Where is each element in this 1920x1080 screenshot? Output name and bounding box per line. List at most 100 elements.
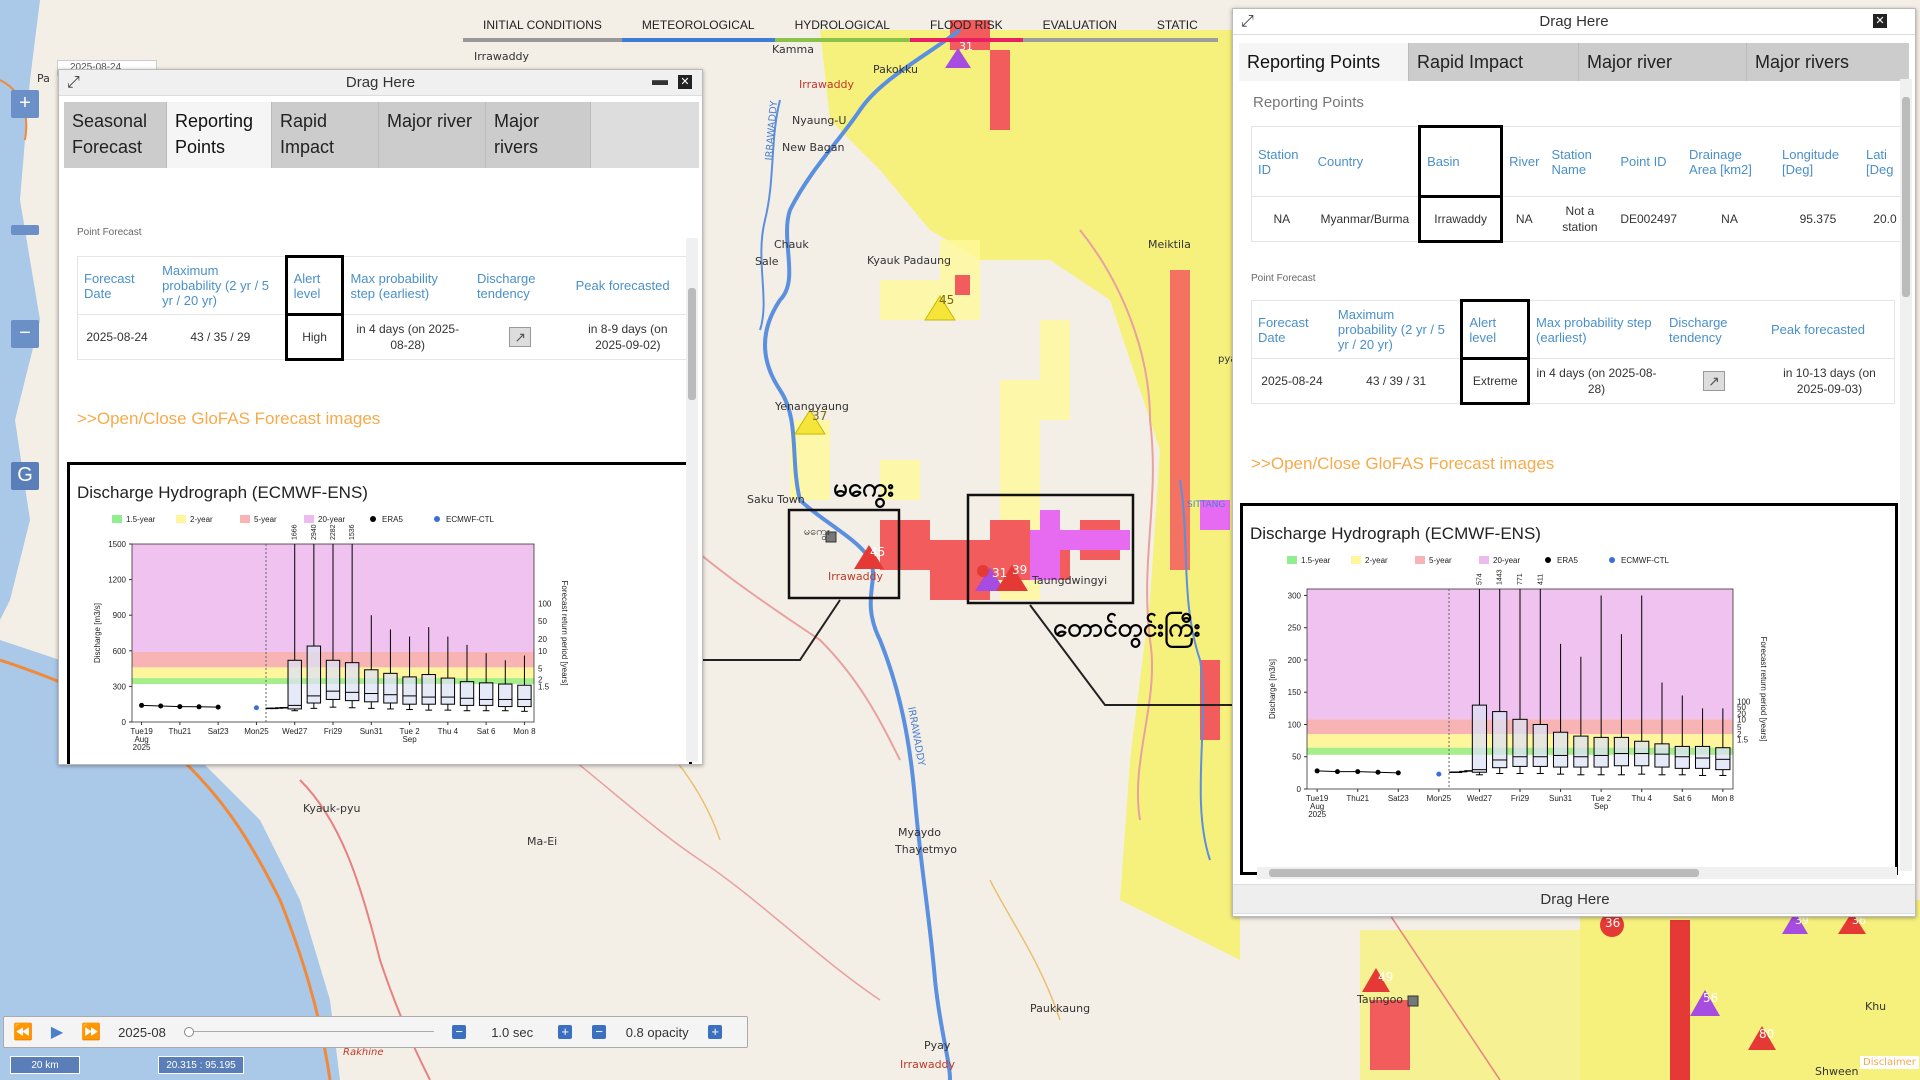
era5-point (1395, 770, 1401, 776)
map-label: မကွေး (804, 525, 830, 538)
tab-evaluation[interactable]: EVALUATION (1022, 10, 1137, 42)
legend-swatch (176, 515, 186, 523)
box-body (459, 681, 475, 706)
zoom-out-button[interactable]: − (11, 320, 39, 348)
zoom-in-button[interactable]: + (11, 90, 39, 118)
tab-rapid-impact[interactable]: Rapid Impact (272, 102, 379, 168)
expand-icon[interactable]: ⤢ (67, 74, 80, 92)
drag-title: Drag Here (345, 74, 416, 91)
y-tick-label: 50 (1292, 753, 1301, 762)
col-river: River (1501, 126, 1546, 197)
forecast-area-yellow-se (1580, 900, 1920, 1080)
marker-label: 39 (1012, 563, 1028, 577)
hydrograph-title: Discharge Hydrograph (ECMWF-ENS) (77, 483, 368, 502)
box-body (402, 676, 417, 705)
zoom-slider-handle[interactable] (11, 225, 39, 235)
y-tick-label: 1500 (108, 540, 126, 549)
overflow-label: 2282 (330, 524, 337, 540)
tab-major-river[interactable]: Major river (379, 102, 486, 168)
tab-hydrological[interactable]: HYDROLOGICAL (774, 10, 910, 42)
x-tick-label: Sat 6 (477, 727, 496, 736)
col-forecast-date: Forecast Date (77, 256, 157, 315)
col-basin: Basin (1418, 125, 1504, 198)
map-label: Kyauk-pyu (303, 802, 361, 815)
overflow-label: 1666 (292, 524, 299, 540)
legend-label: 20-year (1493, 556, 1520, 565)
tab-meteorological[interactable]: METEOROLOGICAL (621, 10, 775, 42)
marker-label: 36 (1605, 916, 1621, 930)
ctl-point (253, 705, 259, 711)
map-label: Pa (37, 72, 50, 85)
right-forecast-panel: ⤢ Drag Here ✕ Reporting Points Rapid Imp… (1232, 8, 1916, 917)
box-body (440, 677, 456, 705)
overflow-label: 411 (1537, 574, 1544, 585)
g-button[interactable]: G (11, 462, 39, 490)
time-slider[interactable] (184, 1027, 442, 1037)
left-drag-bar[interactable]: ⤢ Drag Here ▬ ✕ (59, 70, 702, 96)
table-row: 2025-08-24 43 / 35 / 29 High in 4 days (… (78, 313, 687, 361)
map-label: Pakokku (873, 63, 918, 76)
table-row: 2025-08-24 43 / 39 / 31 Extreme in 4 day… (1252, 357, 1895, 405)
fast-forward-icon[interactable]: ⏩ (81, 1022, 101, 1042)
box-body (1593, 736, 1609, 768)
right-scrollbar[interactable] (1900, 79, 1912, 871)
close-icon[interactable]: ✕ (678, 75, 692, 89)
legend-label: ERA5 (1557, 556, 1578, 565)
opacity-increase-button[interactable]: + (708, 1025, 723, 1039)
tab-flood-risk[interactable]: FLOOD RISK (909, 10, 1023, 42)
speed-increase-button[interactable]: + (558, 1025, 573, 1039)
right-bottom-drag-bar[interactable]: Drag Here (1233, 884, 1915, 914)
tab-initial-conditions[interactable]: INITIAL CONDITIONS (463, 10, 622, 42)
expand-icon[interactable]: ⤢ (1241, 13, 1254, 31)
callout-label-taungdwingyi: တောင်တွင်းကြီး (1053, 613, 1201, 643)
cell-date: 2025-08-24 (86, 330, 148, 344)
tab-seasonal-forecast[interactable]: Seasonal Forecast (64, 102, 167, 168)
right-drag-bar[interactable]: ⤢ Drag Here ✕ (1233, 9, 1915, 35)
close-icon[interactable]: ✕ (1873, 14, 1887, 28)
app-stage: Irrawaddy Kamma Pakokku Irrawaddy Nyaung… (0, 0, 1920, 1080)
col-discharge-tendency: Discharge tendency (1663, 300, 1765, 359)
disclaimer-link[interactable]: Disclaimer (1860, 1056, 1919, 1069)
rewind-icon[interactable]: ⏪ (13, 1022, 33, 1042)
time-slider-handle[interactable] (184, 1027, 195, 1037)
right-h-scrollbar[interactable] (1257, 867, 1897, 879)
cell: NA (1273, 212, 1291, 226)
y-tick-label: 0 (122, 718, 127, 727)
tab-major-rivers[interactable]: Major rivers (486, 102, 591, 168)
tab-rapid-impact[interactable]: Rapid Impact (1409, 43, 1579, 81)
cell: DE002497 (1620, 212, 1678, 226)
x-tick-label: Thu21 (169, 727, 192, 736)
era5-point (196, 704, 202, 710)
y-tick-label: 100 (1288, 720, 1302, 729)
tab-static[interactable]: STATIC (1136, 10, 1218, 42)
box-body (325, 659, 341, 700)
minimize-icon[interactable]: ▬ (652, 72, 668, 90)
cursor-coordinates: 20.315 : 95.195 (158, 1056, 244, 1074)
y-tick-label: 900 (113, 611, 127, 620)
map-label: SITTANG (1187, 500, 1226, 510)
x-tick-label: Mon25 (244, 727, 269, 736)
speed-decrease-button[interactable]: − (452, 1025, 467, 1039)
hydrograph-chart: 1.5-year 2-year 5-year 20-year ERA5 ECMWF-CTL… (93, 515, 569, 752)
cell-basin: Irrawaddy (1418, 195, 1504, 243)
legend-label: 1.5-year (126, 515, 156, 524)
box-body (1654, 743, 1670, 768)
y-axis-label: Discharge [m3/s] (93, 603, 102, 663)
speed-value: 1.0 sec (491, 1024, 534, 1040)
tab-major-river[interactable]: Major river (1579, 43, 1747, 81)
cell-peak: in 10-13 days (on 2025-09-03) (1783, 366, 1876, 396)
tab-reporting-points[interactable]: Reporting Points (1239, 43, 1409, 81)
x-tick-label: Fri29 (1511, 794, 1530, 803)
open-forecast-images-link[interactable]: >>Open/Close GloFAS Forecast images (1251, 454, 1554, 474)
cell-peak: in 8-9 days (on 2025-09-02) (588, 322, 668, 352)
legend-swatch (1351, 556, 1361, 564)
left-scrollbar[interactable] (686, 238, 698, 762)
marker-label: 49 (1378, 970, 1394, 984)
play-icon[interactable]: ▶ (51, 1022, 63, 1042)
tab-major-rivers[interactable]: Major rivers (1747, 43, 1909, 81)
legend-label: 20-year (318, 515, 345, 524)
tab-reporting-points[interactable]: Reporting Points (167, 102, 272, 168)
open-forecast-images-link[interactable]: >>Open/Close GloFAS Forecast images (77, 409, 380, 429)
y-tick-label: 250 (1288, 624, 1302, 633)
opacity-decrease-button[interactable]: − (592, 1025, 607, 1039)
